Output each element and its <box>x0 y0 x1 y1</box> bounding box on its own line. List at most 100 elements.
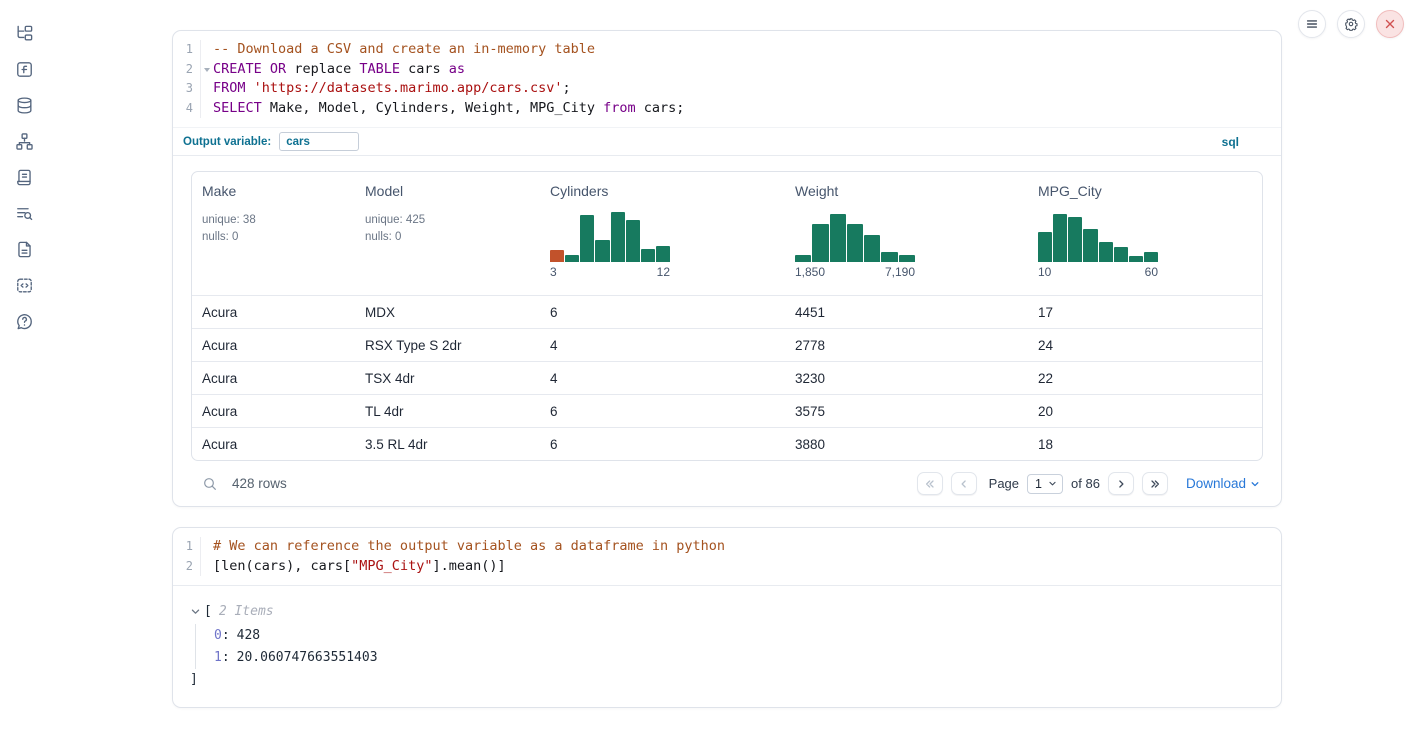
functions-icon[interactable] <box>13 58 35 80</box>
code-token: ; <box>563 80 571 96</box>
histogram-range: 1,8507,190 <box>795 265 915 279</box>
chevron-down-icon[interactable] <box>190 606 202 618</box>
tree-entry-value: 428 <box>237 628 260 643</box>
code-line[interactable]: 2[len(cars), cars["MPG_City"].mean()] <box>173 557 1281 577</box>
pagination: Page 1 of 86 Download <box>917 472 1260 495</box>
code-token: as <box>449 61 465 77</box>
code-token: -- Download a CSV and create an in-memor… <box>213 41 595 57</box>
page-select[interactable]: 1 <box>1027 474 1063 494</box>
open-bracket: [ <box>204 604 212 619</box>
code-token <box>262 61 270 77</box>
histogram-bar <box>1099 242 1113 262</box>
table-cell: Acura <box>192 328 355 361</box>
column-header-weight: Weight 1,8507,190 <box>785 172 1028 295</box>
sidebar <box>0 22 48 332</box>
table-row: Acura3.5 RL 4dr6388018 <box>192 427 1262 460</box>
table-cell: 3.5 RL 4dr <box>355 427 540 460</box>
histogram-bar <box>1038 232 1052 262</box>
column-name[interactable]: Make <box>202 183 347 199</box>
file-tree-icon[interactable] <box>13 22 35 44</box>
histogram-bars <box>795 210 915 262</box>
data-table: Makeunique: 38nulls: 0Modelunique: 425nu… <box>191 171 1263 461</box>
tree-entry: 1:20.060747663551403 <box>214 647 1265 670</box>
table-row: AcuraTL 4dr6357520 <box>192 394 1262 427</box>
table-row: AcuraMDX6445117 <box>192 295 1262 328</box>
first-page-button[interactable] <box>917 472 943 495</box>
code-text: FROM 'https://datasets.marimo.app/cars.c… <box>201 79 571 99</box>
code-line[interactable]: 4SELECT Make, Model, Cylinders, Weight, … <box>173 99 1281 119</box>
histogram-bar <box>1083 229 1097 262</box>
histogram-bar <box>1129 256 1143 262</box>
table-cell: 4 <box>540 328 785 361</box>
table-header-row: Makeunique: 38nulls: 0Modelunique: 425nu… <box>192 172 1262 295</box>
next-page-button[interactable] <box>1108 472 1134 495</box>
table-cell: 6 <box>540 427 785 460</box>
documentation-icon[interactable] <box>13 238 35 260</box>
table-output: Makeunique: 38nulls: 0Modelunique: 425nu… <box>173 156 1281 506</box>
result-tree: [ 2 Items 0:4281:20.060747663551403 ] <box>173 585 1281 707</box>
column-stat: unique: 38 <box>202 212 347 229</box>
prev-page-button[interactable] <box>951 472 977 495</box>
code-text: [len(cars), cars["MPG_City"].mean()] <box>201 557 506 577</box>
histogram-min-label: 10 <box>1038 265 1051 279</box>
tree-root-row: [ 2 Items <box>190 601 1265 622</box>
histogram-bar <box>1144 252 1158 262</box>
help-icon[interactable] <box>13 310 35 332</box>
table-cell: Acura <box>192 394 355 427</box>
histogram-bars <box>1038 210 1158 262</box>
table-cell: 3880 <box>785 427 1028 460</box>
language-badge[interactable]: sql <box>1222 135 1239 149</box>
column-stat: unique: 425 <box>365 212 532 229</box>
histogram-bar <box>795 255 811 262</box>
snippets-icon[interactable] <box>13 274 35 296</box>
chevron-down-icon <box>1048 479 1057 488</box>
code-line[interactable]: 1# We can reference the output variable … <box>173 537 1281 557</box>
line-number: 4 <box>173 99 201 119</box>
logs-icon[interactable] <box>13 202 35 224</box>
settings-button[interactable] <box>1337 10 1365 38</box>
column-name[interactable]: Cylinders <box>550 183 777 199</box>
download-button[interactable]: Download <box>1186 476 1260 491</box>
column-header-mpg_city: MPG_City1060 <box>1028 172 1262 295</box>
table-cell: 3230 <box>785 361 1028 394</box>
histogram-bar <box>1114 247 1128 262</box>
column-name[interactable]: Model <box>365 183 532 199</box>
sql-code-editor[interactable]: 1-- Download a CSV and create an in-memo… <box>173 31 1281 127</box>
output-variable-input[interactable] <box>279 132 359 151</box>
code-token: "MPG_City" <box>351 558 432 574</box>
scratchpad-icon[interactable] <box>13 166 35 188</box>
code-token: OR <box>270 61 286 77</box>
code-line[interactable]: 1-- Download a CSV and create an in-memo… <box>173 40 1281 60</box>
tree-entry-key: 1 <box>214 650 222 665</box>
code-token: from <box>603 100 636 116</box>
table-cell: MDX <box>355 295 540 328</box>
shutdown-button[interactable] <box>1376 10 1404 38</box>
topbar-actions <box>1298 10 1404 38</box>
python-code-editor[interactable]: 1# We can reference the output variable … <box>173 528 1281 585</box>
close-bracket: ] <box>190 669 1265 689</box>
table-row: AcuraRSX Type S 2dr4277824 <box>192 328 1262 361</box>
column-name[interactable]: Weight <box>795 183 1020 199</box>
histogram-bar <box>1068 217 1082 262</box>
chevron-left-icon <box>958 478 970 490</box>
code-line[interactable]: 3FROM 'https://datasets.marimo.app/cars.… <box>173 79 1281 99</box>
dependency-graph-icon[interactable] <box>13 130 35 152</box>
column-stats: unique: 425nulls: 0 <box>365 212 532 245</box>
column-name[interactable]: MPG_City <box>1038 183 1254 199</box>
table-cell: 2778 <box>785 328 1028 361</box>
histogram-bars <box>550 210 670 262</box>
python-cell: 1# We can reference the output variable … <box>172 527 1282 708</box>
code-token: 'https://datasets.marimo.app/cars.csv' <box>254 80 563 96</box>
chevron-right-icon <box>1115 478 1127 490</box>
table-cell: Acura <box>192 361 355 394</box>
code-token: TABLE <box>359 61 400 77</box>
search-icon[interactable] <box>201 475 219 493</box>
code-line[interactable]: 2CREATE OR replace TABLE cars as <box>173 60 1281 80</box>
sql-cell: 1 -- Download a CSV and create an in-memo… <box>172 30 1282 507</box>
last-page-button[interactable] <box>1142 472 1168 495</box>
code-token: cars <box>400 61 449 77</box>
fold-chevron-icon[interactable] <box>204 68 210 72</box>
menu-button[interactable] <box>1298 10 1326 38</box>
histogram-bar <box>881 252 897 262</box>
datasources-icon[interactable] <box>13 94 35 116</box>
